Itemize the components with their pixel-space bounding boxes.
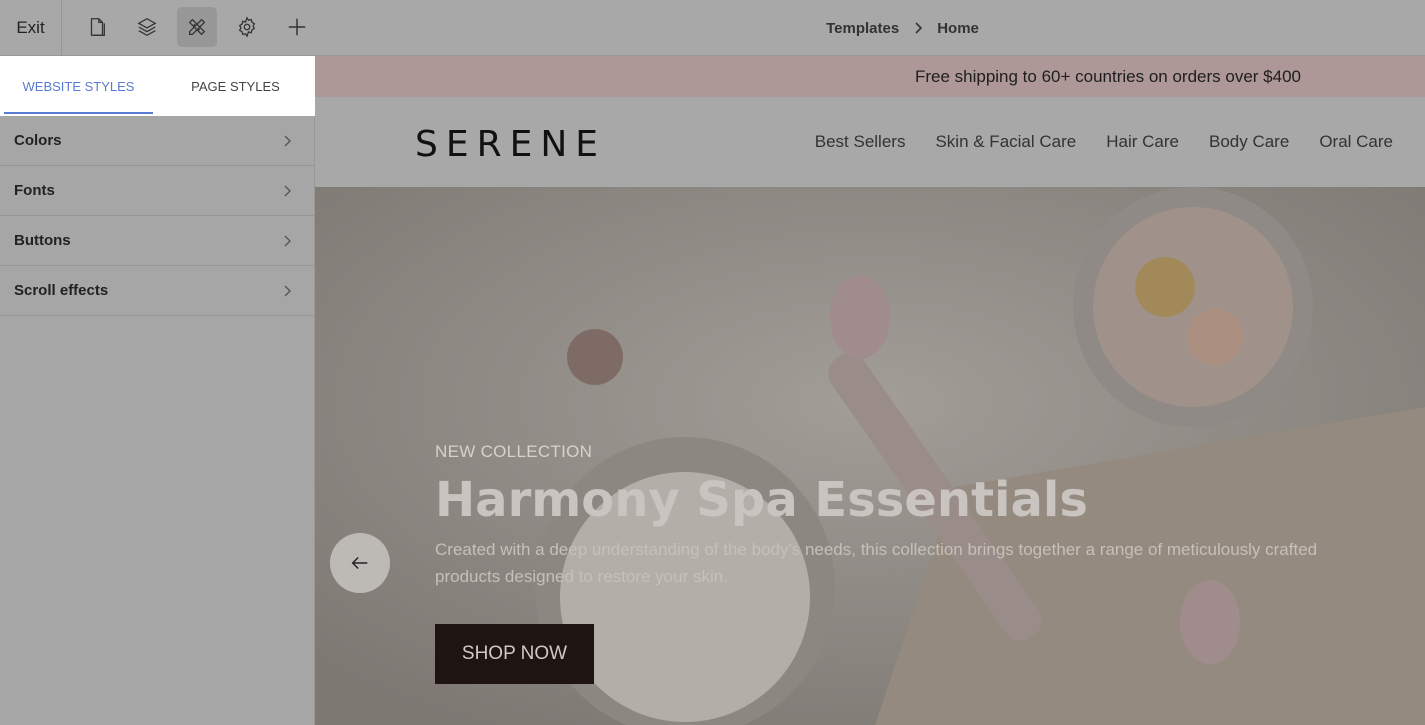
shop-now-button[interactable]: SHOP NOW — [435, 624, 594, 684]
site-header: SERENE Best Sellers Skin & Facial Care H… — [315, 97, 1425, 187]
nav-best-sellers[interactable]: Best Sellers — [815, 132, 906, 152]
breadcrumb: Templates Home — [0, 0, 1425, 56]
styles-menu: Colors Fonts Buttons Scroll effects — [0, 116, 315, 316]
menu-item-label: Buttons — [14, 232, 71, 249]
breadcrumb-templates[interactable]: Templates — [826, 20, 899, 37]
nav-oral-care[interactable]: Oral Care — [1319, 132, 1393, 152]
hero-eyebrow: NEW COLLECTION — [435, 442, 593, 461]
promo-banner: Free shipping to 60+ countries on orders… — [315, 56, 1425, 97]
chevron-right-icon — [284, 135, 291, 146]
hero-section: NEW COLLECTION Harmony Spa Essentials Cr… — [315, 187, 1425, 725]
tab-website-styles[interactable]: WEBSITE STYLES — [0, 56, 157, 116]
nav-body-care[interactable]: Body Care — [1209, 132, 1289, 152]
menu-item-label: Fonts — [14, 182, 55, 199]
site-logo[interactable]: SERENE — [415, 124, 606, 165]
top-toolbar: Exit Templates Home — [0, 0, 1425, 56]
promo-text: Free shipping to 60+ countries on orders… — [914, 66, 1301, 86]
nav-hair-care[interactable]: Hair Care — [1106, 132, 1179, 152]
styles-panel: WEBSITE STYLES PAGE STYLES Colors Fonts … — [0, 56, 315, 725]
site-preview: Free shipping to 60+ countries on orders… — [315, 56, 1425, 725]
arrow-left-icon — [351, 556, 368, 570]
slider-prev-button[interactable] — [330, 533, 390, 593]
tab-page-styles[interactable]: PAGE STYLES — [157, 56, 314, 116]
chevron-right-icon — [284, 235, 291, 246]
hero-title: Harmony Spa Essentials — [435, 472, 1088, 528]
chevron-right-icon — [284, 185, 291, 196]
menu-item-label: Colors — [14, 132, 62, 149]
menu-item-label: Scroll effects — [14, 282, 109, 299]
chevron-right-icon — [913, 22, 923, 34]
menu-item-fonts[interactable]: Fonts — [0, 166, 315, 216]
hero-content: NEW COLLECTION Harmony Spa Essentials Cr… — [435, 442, 1335, 590]
breadcrumb-home[interactable]: Home — [937, 20, 979, 37]
hero-description: Created with a deep understanding of the… — [435, 540, 1318, 586]
nav-skin-facial-care[interactable]: Skin & Facial Care — [935, 132, 1076, 152]
chevron-right-icon — [284, 285, 291, 296]
site-nav: Best Sellers Skin & Facial Care Hair Car… — [815, 97, 1393, 187]
styles-tabs: WEBSITE STYLES PAGE STYLES — [0, 56, 315, 116]
menu-item-scroll-effects[interactable]: Scroll effects — [0, 266, 315, 316]
menu-item-buttons[interactable]: Buttons — [0, 216, 315, 266]
menu-item-colors[interactable]: Colors — [0, 116, 315, 166]
